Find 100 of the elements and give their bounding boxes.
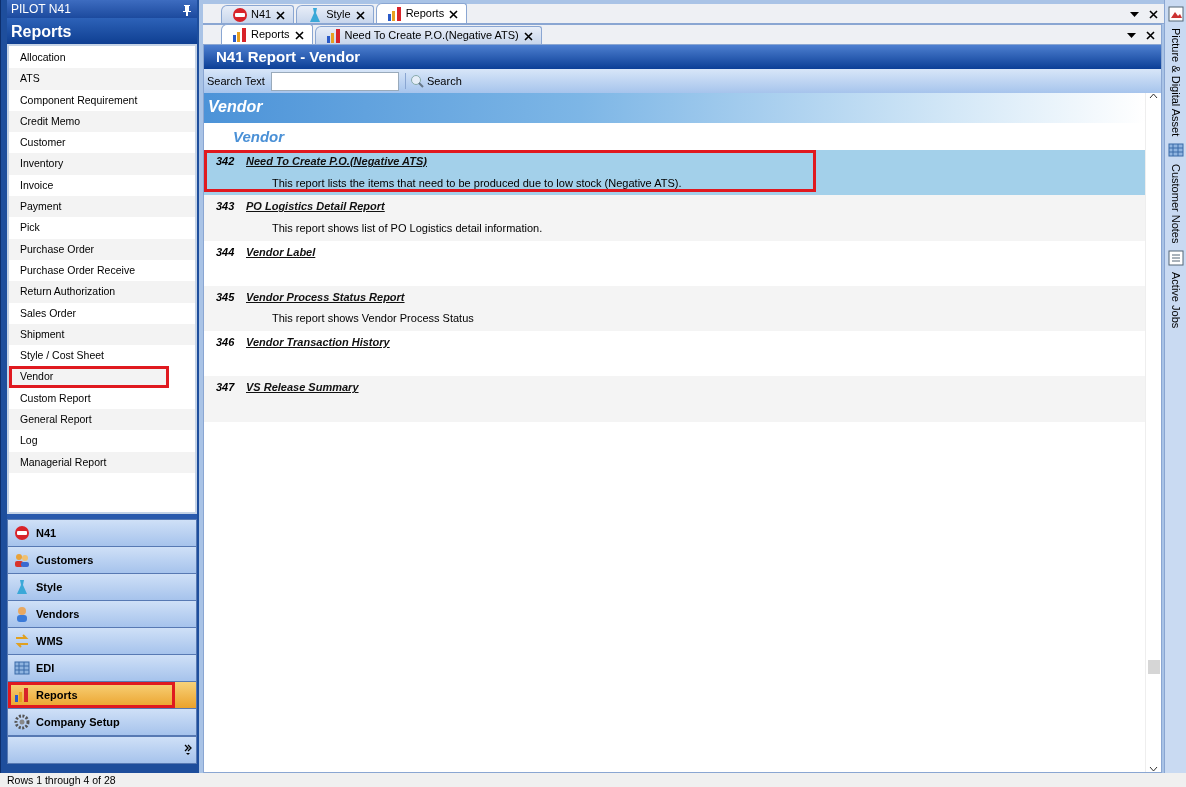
report-row[interactable]: 345 Vendor Process Status Report This report shows Vendor Process Status [204,285,1145,332]
report-link[interactable]: VS Release Summary [246,381,359,394]
close-icon [294,31,304,41]
dress-icon [14,579,30,595]
report-description: This report shows Vendor Process Status [271,311,475,327]
tab[interactable]: Reports [375,3,468,23]
nav-button[interactable]: Company Setup [7,708,197,736]
status-text: Rows 1 through 4 of 28 [0,773,1186,787]
report-category-item[interactable]: Inventory [9,153,195,175]
report-number: 343 [216,199,236,215]
caret-icon [1127,32,1136,38]
bar-chart-icon [14,687,30,703]
scroll-down-icon [1149,766,1158,772]
panel-title: PILOT N41 [11,1,71,18]
person-icon [14,606,30,622]
close-icon [523,32,533,42]
nav-button[interactable]: N41 [7,519,197,547]
report-category-item[interactable]: Payment [9,196,195,218]
side-panel-tab[interactable]: Picture & Digital Asset [1167,28,1184,137]
report-row[interactable]: 347 VS Release Summary [204,376,1145,422]
report-number: 344 [216,244,236,260]
search-icon [409,74,424,88]
close-icon [449,10,459,20]
section-title: Reports [7,18,197,44]
close-button[interactable] [353,8,367,21]
search-button[interactable]: Search [404,72,466,90]
report-link[interactable]: Need To Create P.O.(Negative ATS) [246,155,427,167]
report-link[interactable]: Vendor Transaction History [246,336,390,349]
nav-button[interactable]: WMS [7,627,197,655]
report-category-item[interactable]: Purchase Order Receive [9,259,195,282]
report-category-item[interactable]: Purchase Order [9,238,195,260]
report-row[interactable]: 344 Vendor Label [204,240,1145,286]
list-icon [1167,249,1184,266]
chevron-icon [184,744,192,756]
report-description: This report lists the items that need to be produced due to low stock (Negative ATS). [271,175,683,191]
n41-logo-icon [232,6,248,23]
close-button[interactable] [521,29,535,42]
report-category-item[interactable]: Allocation [9,47,195,69]
report-category-item[interactable]: Log [9,430,195,452]
pin-icon [183,4,191,16]
report-category-item[interactable]: Pick [9,217,195,239]
tab[interactable]: Reports [221,24,313,44]
report-category-item[interactable]: Custom Report [9,387,195,410]
report-description: This report shows list of PO Logistics detail information. [271,220,544,236]
arrows-icon [14,633,30,649]
report-category-item[interactable]: Vendor [9,366,169,388]
report-category-item[interactable]: Component Requirement [9,89,195,111]
close-icon [1149,9,1158,19]
group-heading: Vendor [232,127,286,147]
grid-icon [1167,142,1184,159]
bar-chart-icon [232,26,248,43]
people-icon [14,552,30,568]
report-title: N41 Report - Vendor [204,45,1161,69]
nav-button[interactable]: Customers [7,546,197,574]
nav-button[interactable]: EDI [7,654,197,682]
search-field[interactable] [270,71,399,91]
report-row[interactable]: 343 PO Logistics Detail Report This report shows list of PO Logistics detail information. [204,195,1145,241]
nav-button[interactable]: Reports [7,681,197,709]
report-link[interactable]: Vendor Label [246,245,316,258]
report-category-item[interactable]: Sales Order [9,302,195,324]
close-button[interactable] [447,7,461,20]
n41-logo-icon [14,525,30,541]
bar-chart-icon [386,5,403,22]
nav-overflow-button[interactable] [7,736,197,764]
tab[interactable]: Style [296,5,374,23]
nav-button[interactable]: Vendors [7,600,197,628]
scroll-up-icon [1149,93,1158,99]
report-number: 346 [216,335,236,351]
report-category-item[interactable]: Invoice [9,174,195,197]
close-button[interactable] [292,28,306,41]
close-icon [355,11,365,21]
report-category-item[interactable]: Style / Cost Sheet [9,345,195,367]
report-link[interactable]: PO Logistics Detail Report [246,200,385,213]
scrollbar-thumb[interactable] [1147,660,1160,674]
report-link[interactable]: Vendor Process Status Report [246,290,405,303]
report-row[interactable]: 346 Vendor Transaction History [204,331,1145,377]
report-category-item[interactable]: ATS [9,68,195,90]
gear-icon [14,714,30,730]
report-number: 345 [216,289,236,305]
report-category-item[interactable]: General Report [9,409,195,431]
bar-chart-icon [325,27,342,44]
side-panel-tab[interactable]: Customer Notes [1167,164,1184,244]
close-button[interactable] [274,8,288,21]
close-icon [276,11,286,21]
search-label: Search Text [207,73,265,89]
report-category-item[interactable]: Shipment [9,323,195,346]
caret-icon [1130,11,1139,17]
side-panel-tab[interactable]: Active Jobs [1167,271,1184,328]
close-icon [1146,30,1155,40]
report-row[interactable]: 342 Need To Create P.O.(Negative ATS) This report lists the items that need to be produced due to low stock (Negative ATS). [204,150,1145,196]
report-category-item[interactable]: Return Authorization [9,281,195,303]
picture-icon [1167,6,1184,22]
tab[interactable]: N41 [221,5,295,23]
report-category-item[interactable]: Managerial Report [9,451,195,473]
report-category-item[interactable]: Credit Memo [9,110,195,133]
report-number: 347 [216,380,236,396]
report-category-item[interactable]: Customer [9,132,195,154]
nav-button[interactable]: Style [7,573,197,601]
tab[interactable]: Need To Create P.O.(Negative ATS) [314,26,542,44]
report-number: 342 [216,154,236,169]
